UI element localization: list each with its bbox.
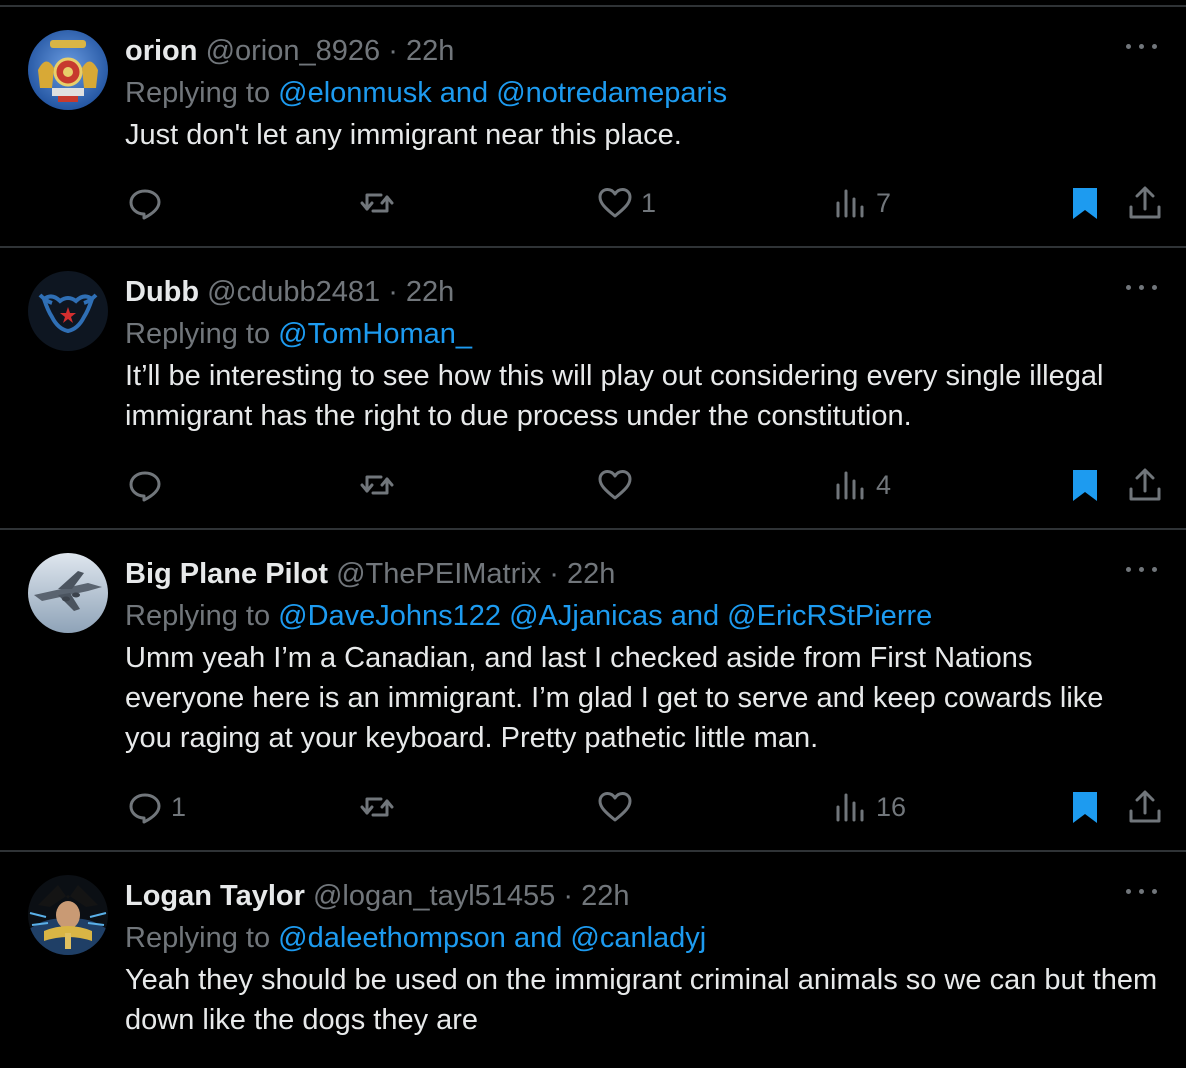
views-button[interactable]: 4: [830, 465, 891, 505]
separator-dot: ·: [388, 276, 398, 308]
retweet-button[interactable]: [357, 465, 397, 505]
replying-to-label: Replying to: [125, 77, 271, 109]
reply-tweet[interactable]: orion @orion_8926 · 22h Replying to @elo…: [0, 7, 1186, 248]
like-button[interactable]: [595, 465, 641, 505]
reply-button[interactable]: [125, 465, 171, 505]
timestamp[interactable]: 22h: [567, 558, 615, 590]
retweet-icon: [360, 797, 394, 817]
avatar[interactable]: [28, 271, 108, 351]
user-handle[interactable]: @cdubb2481: [207, 276, 380, 308]
replying-to: Replying to @TomHoman_: [125, 312, 1158, 356]
replying-to-label: Replying to: [125, 318, 271, 350]
tweet-header: orion @orion_8926 · 22h: [125, 31, 1158, 71]
replying-to: Replying to @elonmusk and @notredamepari…: [125, 71, 1158, 115]
more-options-icon[interactable]: [1126, 564, 1158, 574]
display-name[interactable]: Dubb: [125, 276, 199, 308]
views-chart-icon: [836, 471, 864, 500]
display-name[interactable]: Big Plane Pilot: [125, 558, 328, 590]
views-count: 16: [876, 791, 907, 822]
avatar[interactable]: [28, 875, 108, 955]
bookmark-button[interactable]: [1065, 787, 1105, 827]
reply-icon: [129, 793, 161, 824]
retweet-icon: [360, 193, 394, 213]
share-icon: [1129, 468, 1161, 501]
replying-to-label: Replying to: [125, 600, 271, 632]
heart-icon: [598, 188, 632, 218]
timestamp[interactable]: 22h: [406, 35, 454, 67]
separator-dot: ·: [388, 35, 398, 67]
share-icon: [1129, 186, 1161, 219]
anime-character-avatar-icon: [28, 875, 108, 955]
action-bar: 1 16: [125, 787, 1161, 827]
reply-tweet[interactable]: Big Plane Pilot @ThePEIMatrix · 22h Repl…: [0, 530, 1186, 852]
tweet-text: It’ll be interesting to see how this wil…: [125, 360, 1104, 432]
share-button[interactable]: [1125, 183, 1165, 223]
action-bar: 4: [125, 465, 1161, 505]
tweet-text: Just don't let any immigrant near this p…: [125, 119, 682, 151]
reply-count: 1: [171, 791, 187, 822]
bull-logo-avatar-icon: [28, 271, 108, 351]
reply-button[interactable]: [125, 183, 171, 223]
separator-dot: ·: [549, 558, 559, 590]
display-name[interactable]: Logan Taylor: [125, 880, 305, 912]
user-handle[interactable]: @ThePEIMatrix: [336, 558, 541, 590]
tweet-text: Yeah they should be used on the immigran…: [125, 964, 1158, 1036]
reply-mentions-link[interactable]: @daleethompson and @canladyj: [278, 922, 706, 954]
retweet-icon: [360, 475, 394, 495]
views-count: 7: [876, 187, 892, 218]
reply-icon: [129, 471, 161, 502]
reply-tweet[interactable]: Dubb @cdubb2481 · 22h Replying to @TomHo…: [0, 248, 1186, 530]
heart-icon: [598, 470, 632, 500]
tweet-header: Logan Taylor @logan_tayl51455 · 22h: [125, 876, 1158, 916]
more-options-icon[interactable]: [1126, 282, 1158, 292]
share-button[interactable]: [1125, 787, 1165, 827]
replying-to: Replying to @DaveJohns122 @AJjanicas and…: [125, 594, 1158, 638]
user-handle[interactable]: @logan_tayl51455: [313, 880, 555, 912]
reply-icon: [129, 189, 161, 220]
retweet-button[interactable]: [357, 787, 397, 827]
tweet-text: Umm yeah I’m a Canadian, and last I chec…: [125, 642, 1104, 754]
share-icon: [1129, 790, 1161, 823]
tweet-header: Dubb @cdubb2481 · 22h: [125, 272, 1158, 312]
avatar[interactable]: [28, 553, 108, 633]
heart-icon: [598, 792, 632, 822]
bookmark-filled-icon: [1073, 792, 1097, 823]
tweet-header: Big Plane Pilot @ThePEIMatrix · 22h: [125, 554, 1158, 594]
replying-to: Replying to @daleethompson and @canladyj: [125, 916, 1158, 960]
bookmark-filled-icon: [1073, 188, 1097, 219]
action-bar: 1 7: [125, 183, 1161, 223]
bookmark-button[interactable]: [1065, 465, 1105, 505]
views-count: 4: [876, 469, 892, 500]
more-options-icon[interactable]: [1126, 886, 1158, 896]
like-button[interactable]: [595, 787, 641, 827]
reply-mentions-link[interactable]: @TomHoman_: [278, 318, 472, 350]
timestamp[interactable]: 22h: [406, 276, 454, 308]
views-button[interactable]: 16: [830, 787, 906, 827]
reply-button[interactable]: 1: [125, 787, 186, 827]
replying-to-label: Replying to: [125, 922, 271, 954]
views-chart-icon: [836, 793, 864, 822]
bookmark-button[interactable]: [1065, 183, 1105, 223]
avatar[interactable]: [28, 30, 108, 110]
views-button[interactable]: 7: [830, 183, 891, 223]
royal-crest-avatar-icon: [28, 30, 108, 110]
airplane-avatar-icon: [28, 553, 108, 633]
display-name[interactable]: orion: [125, 35, 198, 67]
reply-tweet[interactable]: Logan Taylor @logan_tayl51455 · 22h Repl…: [0, 852, 1186, 1068]
user-handle[interactable]: @orion_8926: [206, 35, 381, 67]
more-options-icon[interactable]: [1126, 41, 1158, 51]
timestamp[interactable]: 22h: [581, 880, 629, 912]
views-chart-icon: [836, 189, 864, 218]
reply-mentions-link[interactable]: @elonmusk and @notredameparis: [278, 77, 727, 109]
bookmark-filled-icon: [1073, 470, 1097, 501]
reply-mentions-link[interactable]: @DaveJohns122 @AJjanicas and @EricRStPie…: [278, 600, 932, 632]
separator-dot: ·: [563, 880, 574, 912]
retweet-button[interactable]: [357, 183, 397, 223]
like-button[interactable]: 1: [595, 183, 656, 223]
share-button[interactable]: [1125, 465, 1165, 505]
like-count: 1: [641, 187, 657, 218]
